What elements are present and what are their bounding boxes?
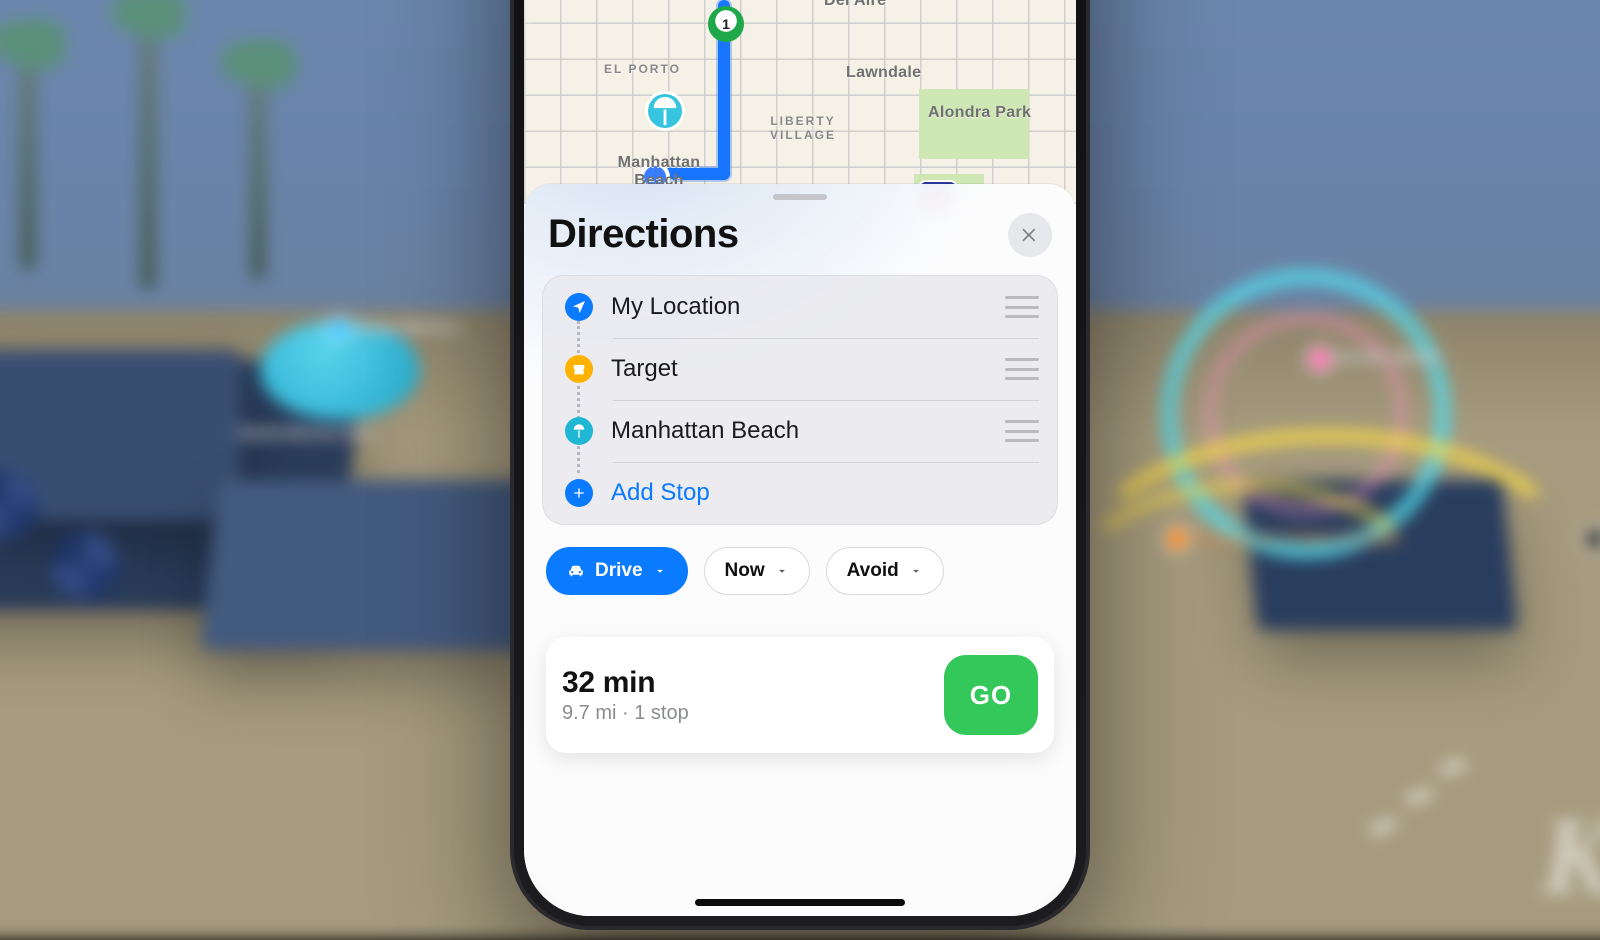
chip-label: Now: [725, 560, 765, 582]
bg-label-pacific-wheel: Pacific Wheel: [1311, 350, 1440, 368]
route-eta: 32 min: [562, 666, 689, 700]
map-label-lawndale: Lawndale: [846, 64, 921, 82]
go-button[interactable]: GO: [944, 655, 1038, 735]
close-button[interactable]: [1008, 213, 1052, 257]
avoid-chip[interactable]: Avoid: [826, 547, 944, 595]
stops-list: My Location Target Man: [542, 275, 1058, 525]
chevron-down-icon: [653, 564, 667, 578]
map-canvas[interactable]: 1 Lawndale Alondra Park LIBERTY VILLAGE …: [524, 0, 1076, 204]
reorder-handle-icon[interactable]: [1005, 296, 1039, 318]
route-summary-card[interactable]: 32 min 9.7 mi · 1 stop GO: [546, 637, 1054, 753]
depart-now-chip[interactable]: Now: [704, 547, 810, 595]
beach-umbrella-icon: [565, 417, 593, 445]
location-arrow-icon: [565, 293, 593, 321]
stop-item-manhattan-beach[interactable]: Manhattan Beach: [543, 400, 1057, 462]
highway-shield-route1: 1: [708, 6, 744, 42]
close-icon: [1020, 225, 1040, 245]
route-subtext: 9.7 mi · 1 stop: [562, 702, 689, 725]
map-label-alondra: Alondra Park: [928, 104, 1031, 122]
chevron-down-icon: [775, 564, 789, 578]
add-stop-label: Add Stop: [611, 479, 710, 507]
drawer-title: Directions: [548, 212, 739, 257]
home-indicator[interactable]: [695, 899, 905, 906]
car-icon: [567, 562, 585, 580]
mode-drive-chip[interactable]: Drive: [546, 547, 688, 595]
stop-label: Manhattan Beach: [611, 417, 799, 445]
map-label-delaire: Del Aire: [824, 0, 886, 10]
reorder-handle-icon[interactable]: [1005, 420, 1039, 442]
stop-item-my-location[interactable]: My Location: [543, 276, 1057, 338]
map-poi-beach-icon: [648, 94, 682, 128]
bg-label-santa-monica-bay: Santa Monica Bay: [230, 425, 375, 443]
chevron-down-icon: [909, 564, 923, 578]
directions-drawer[interactable]: Directions My Location: [524, 184, 1076, 916]
chip-label: Drive: [595, 560, 643, 582]
drawer-grabber[interactable]: [773, 194, 827, 200]
bg-label-santa-monica: Santa Monica: [330, 320, 459, 338]
map-label-liberty: LIBERTY VILLAGE: [758, 114, 848, 142]
phone-screen: 1 Lawndale Alondra Park LIBERTY VILLAGE …: [524, 0, 1076, 916]
bg-label-scoops: Scoops Ice Cream & Treats: [1168, 530, 1400, 548]
stop-item-target[interactable]: Target: [543, 338, 1057, 400]
store-icon: [565, 355, 593, 383]
stop-label: My Location: [611, 293, 740, 321]
bg-label-west: West: [1586, 530, 1600, 548]
options-chip-row: Drive Now Avoid: [524, 525, 1076, 595]
map-label-elporto: EL PORTO: [604, 62, 681, 76]
plus-icon: [565, 479, 593, 507]
reorder-handle-icon[interactable]: [1005, 358, 1039, 380]
watermark-k-logo: K: [1541, 793, 1600, 920]
phone-frame: 1 Lawndale Alondra Park LIBERTY VILLAGE …: [510, 0, 1090, 930]
chip-label: Avoid: [847, 560, 899, 582]
stop-label: Target: [611, 355, 678, 383]
add-stop-button[interactable]: Add Stop: [543, 462, 1057, 524]
